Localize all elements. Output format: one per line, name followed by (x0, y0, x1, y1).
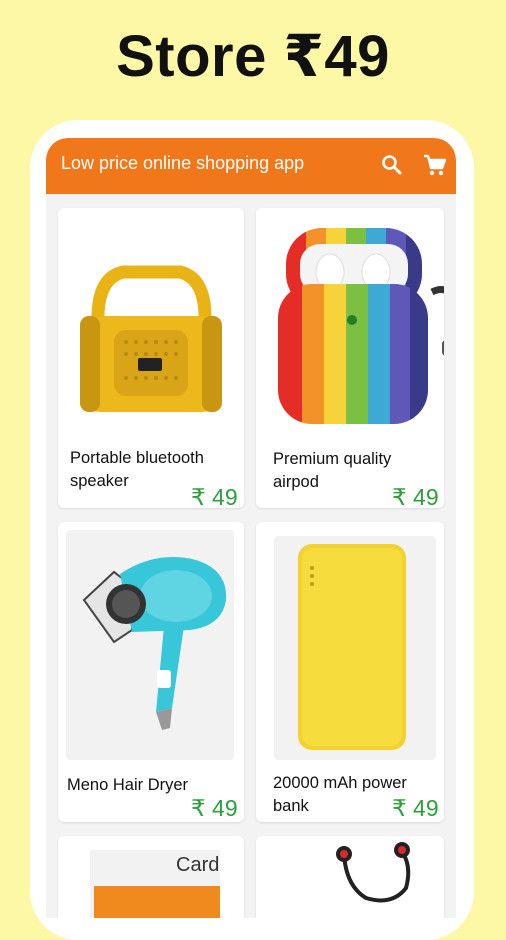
app-screen: Low price online shopping app Portable b… (46, 138, 456, 918)
product-card-hair-dryer[interactable]: Meno Hair Dryer ₹ 49 (58, 522, 244, 822)
search-icon[interactable] (379, 152, 405, 178)
app-bar: Low price online shopping app (46, 138, 456, 194)
product-price: ₹ 49 (191, 795, 238, 821)
card-image: Card (90, 850, 220, 918)
product-price: ₹ 49 (191, 484, 238, 508)
app-bar-title: Low price online shopping app (61, 153, 305, 173)
product-price: ₹ 49 (392, 795, 439, 821)
product-card-speaker[interactable]: Portable bluetooth speaker ₹ 49 (58, 208, 244, 508)
product-name: Meno Hair Dryer (67, 776, 189, 794)
power-bank-image (274, 536, 436, 760)
product-card-power-bank[interactable]: 20000 mAh power bank ₹ 49 (256, 522, 444, 822)
product-card-earphones[interactable] (256, 836, 444, 918)
product-card-airpod[interactable]: Premium quality airpod ₹ 49 (256, 208, 444, 508)
card-image-text: Card (176, 854, 220, 876)
product-card-card[interactable]: Card (58, 836, 244, 918)
speaker-image (68, 258, 234, 433)
headline: Store ₹49 (116, 24, 390, 89)
airpod-image (272, 222, 444, 437)
product-price: ₹ 49 (392, 484, 439, 508)
hair-dryer-image (66, 530, 234, 760)
cart-icon[interactable] (421, 152, 449, 180)
